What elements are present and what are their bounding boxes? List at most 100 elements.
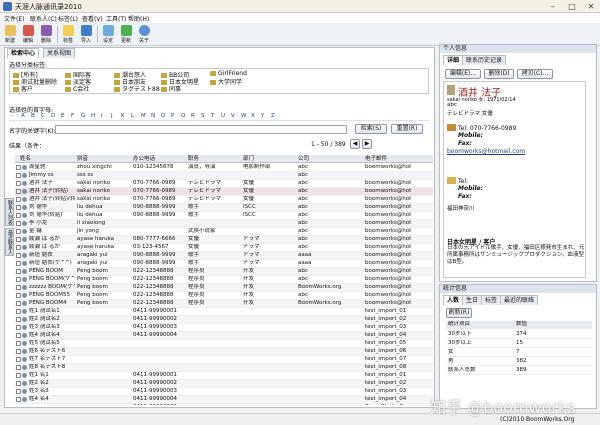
letter-m[interactable]: M [141, 113, 146, 119]
row-checkbox[interactable] [16, 197, 21, 202]
letter-s[interactable]: S [201, 113, 205, 119]
table-row[interactable]: 酒井 法子(转贴)(转贴)sakai noriko 070-7766-0989 テレ… [15, 196, 433, 204]
row-checkbox[interactable] [16, 373, 21, 378]
letter-g[interactable]: G [81, 113, 85, 119]
row-checkbox[interactable] [16, 357, 21, 362]
close-button[interactable]: ✕ [582, 0, 600, 13]
row-checkbox[interactable] [16, 277, 21, 282]
letter-w[interactable]: W [241, 113, 246, 119]
col-dept[interactable]: 部门 [243, 155, 254, 163]
table-row[interactable]: 金 镛 jin yong 武侠小说家 abc boomworks@hot [15, 228, 433, 236]
row-checkbox[interactable] [16, 229, 21, 234]
tab-birthday[interactable]: 生日 [462, 295, 483, 305]
letter-o[interactable]: O [161, 113, 165, 119]
row-checkbox[interactable] [16, 181, 21, 186]
letter-u[interactable]: U [221, 113, 225, 119]
menu-help[interactable]: 帮助(H) [128, 14, 149, 23]
tab-relation-view[interactable]: 关系视图 [43, 48, 76, 58]
row-checkbox[interactable] [16, 173, 21, 178]
row-checkbox[interactable] [16, 309, 21, 314]
table-row[interactable]: zzzzzz BOOM(ゲ^) Peng boom 022-12348888 程序员 开… [15, 284, 433, 292]
group-item[interactable]: 大学同学 [210, 77, 242, 86]
row-checkbox[interactable] [16, 269, 21, 274]
row-checkbox[interactable] [16, 261, 21, 266]
table-row[interactable]: 酒井 法子(转贴) sakai noriko 070-7766-0989 テレビドラマ… [15, 188, 433, 196]
delete-button[interactable]: 删除 [38, 24, 54, 45]
update-button[interactable]: 更新 [118, 24, 134, 45]
edit-contact-button[interactable]: 编辑(E)... [445, 69, 481, 79]
row-checkbox[interactable] [16, 285, 21, 290]
letter-all[interactable]: - [11, 113, 13, 119]
tab-detail[interactable]: 详细 [443, 55, 464, 65]
menu-tools[interactable]: 工具(T) [106, 14, 126, 23]
letter-f[interactable]: F [71, 113, 74, 119]
col-name[interactable]: 姓名 [20, 155, 31, 163]
group-item[interactable]: C会社 [65, 84, 89, 93]
letter-t[interactable]: T [211, 113, 214, 119]
row-checkbox[interactable] [16, 205, 21, 210]
letter-p[interactable]: P [171, 113, 174, 119]
letter-k[interactable]: K [121, 113, 125, 119]
copy-contact-button[interactable]: 拷贝(C)... [517, 69, 553, 79]
table-row[interactable]: 0411-99990001 BoomWorks.Org [15, 404, 433, 405]
row-checkbox[interactable] [16, 349, 21, 354]
tab-count[interactable]: 人数 [443, 295, 464, 305]
group-item[interactable]: 同事 [161, 84, 181, 93]
table-row[interactable]: 姓2 测试名2 0411-99990002 test_import_02 [15, 316, 433, 324]
letter-h[interactable]: H [91, 113, 95, 119]
row-checkbox[interactable] [16, 325, 21, 330]
letter-q[interactable]: Q [181, 113, 185, 119]
row-checkbox[interactable] [16, 237, 21, 242]
group-item[interactable]: GirlFriend [210, 70, 247, 77]
table-row[interactable]: 姓5 测试名5 test_import_05 [15, 340, 433, 348]
table-row[interactable]: 姓1 名1 0411-99990001 test_import_01 [15, 372, 433, 380]
row-checkbox[interactable] [16, 389, 21, 394]
table-row[interactable]: 新垣 結衣 aragaki yui 090-8888-9999 歌手 ドラマ aaaa bo… [15, 252, 433, 260]
side-tab-recent[interactable]: 最近联系人 [5, 228, 14, 256]
page-prev-button[interactable]: ◀ [350, 139, 360, 149]
table-row[interactable]: 姓1 测试名1 0411-99990001 test_import_01 [15, 308, 433, 316]
table-row[interactable]: 姓4 测试名4 0411-99990004 test_import_04 [15, 332, 433, 340]
table-row[interactable]: 姓7 名テスト7 test_import_07 [15, 356, 433, 364]
search-button[interactable]: 检索(S) [355, 124, 387, 134]
edit-button[interactable]: 编辑 [20, 24, 36, 45]
settings-button[interactable]: 设定 [100, 24, 116, 45]
table-row[interactable]: 綾瀬 は るか ayase haruka 080-7777-6666 女優 ドラマ abc… [15, 236, 433, 244]
table-row[interactable]: 酒井 法子 sakai noriko 070-7766-0989 テレビドラマ 女優 ab… [15, 180, 433, 188]
row-checkbox[interactable] [16, 189, 21, 194]
col-company[interactable]: 公司 [298, 155, 309, 163]
menu-contact[interactable]: 联系人(C) [30, 14, 57, 23]
letter-a[interactable]: A [21, 113, 25, 119]
letter-z[interactable]: Z [271, 113, 275, 119]
row-checkbox[interactable] [16, 213, 21, 218]
tab-recent-contact[interactable]: 最近的联络 [500, 295, 539, 305]
row-checkbox[interactable] [16, 245, 21, 250]
tab-tags[interactable]: 标签 [481, 295, 502, 305]
menu-file[interactable]: 文件(E) [4, 14, 24, 23]
table-row[interactable]: 綾瀬 は るか ayase haruka 03-123-4567 女優 ドラマ abc bo… [15, 244, 433, 252]
table-row[interactable]: 李 小龙 li xiaolong abc boomworks@hot [15, 220, 433, 228]
side-tab-contacts[interactable]: 联系人列表 [5, 198, 14, 226]
search-input[interactable] [55, 125, 347, 134]
letter-y[interactable]: Y [261, 113, 264, 119]
letter-d[interactable]: D [51, 113, 55, 119]
row-checkbox[interactable] [16, 381, 21, 386]
table-row[interactable]: 姓6 名テスト6 test_import_06 [15, 348, 433, 356]
table-row[interactable]: PENG BOOM4 Peng boom 022-12348888 程序员 开发 Boom… [15, 300, 433, 308]
letter-c[interactable]: C [41, 113, 45, 119]
minimize-button[interactable]: – [544, 0, 562, 13]
row-checkbox[interactable] [16, 333, 21, 338]
menu-view[interactable]: 查看(V) [82, 14, 103, 23]
reset-button[interactable]: 重置(R) [391, 124, 423, 134]
row-checkbox[interactable] [16, 221, 21, 226]
table-row[interactable]: 周星驰 zhou xingchi 010-12345678 演员，导演 电影制作部 abc… [15, 164, 433, 172]
col-phone[interactable]: 办公电话 [133, 155, 155, 163]
letter-v[interactable]: V [231, 113, 235, 119]
table-row[interactable]: 姓2 名2 0411-99990002 test_import_02 [15, 380, 433, 388]
group-item[interactable]: タグテスト88 [114, 84, 160, 93]
row-checkbox[interactable] [16, 317, 21, 322]
import-button[interactable]: 导入 [78, 24, 94, 45]
col-email[interactable]: 电子邮件 [365, 155, 387, 163]
table-row[interactable]: 刘 德华(转贴) liu dehua 090-8888-9999 歌手 ISCC abc b… [15, 212, 433, 220]
new-button[interactable]: 新建 [2, 24, 18, 45]
